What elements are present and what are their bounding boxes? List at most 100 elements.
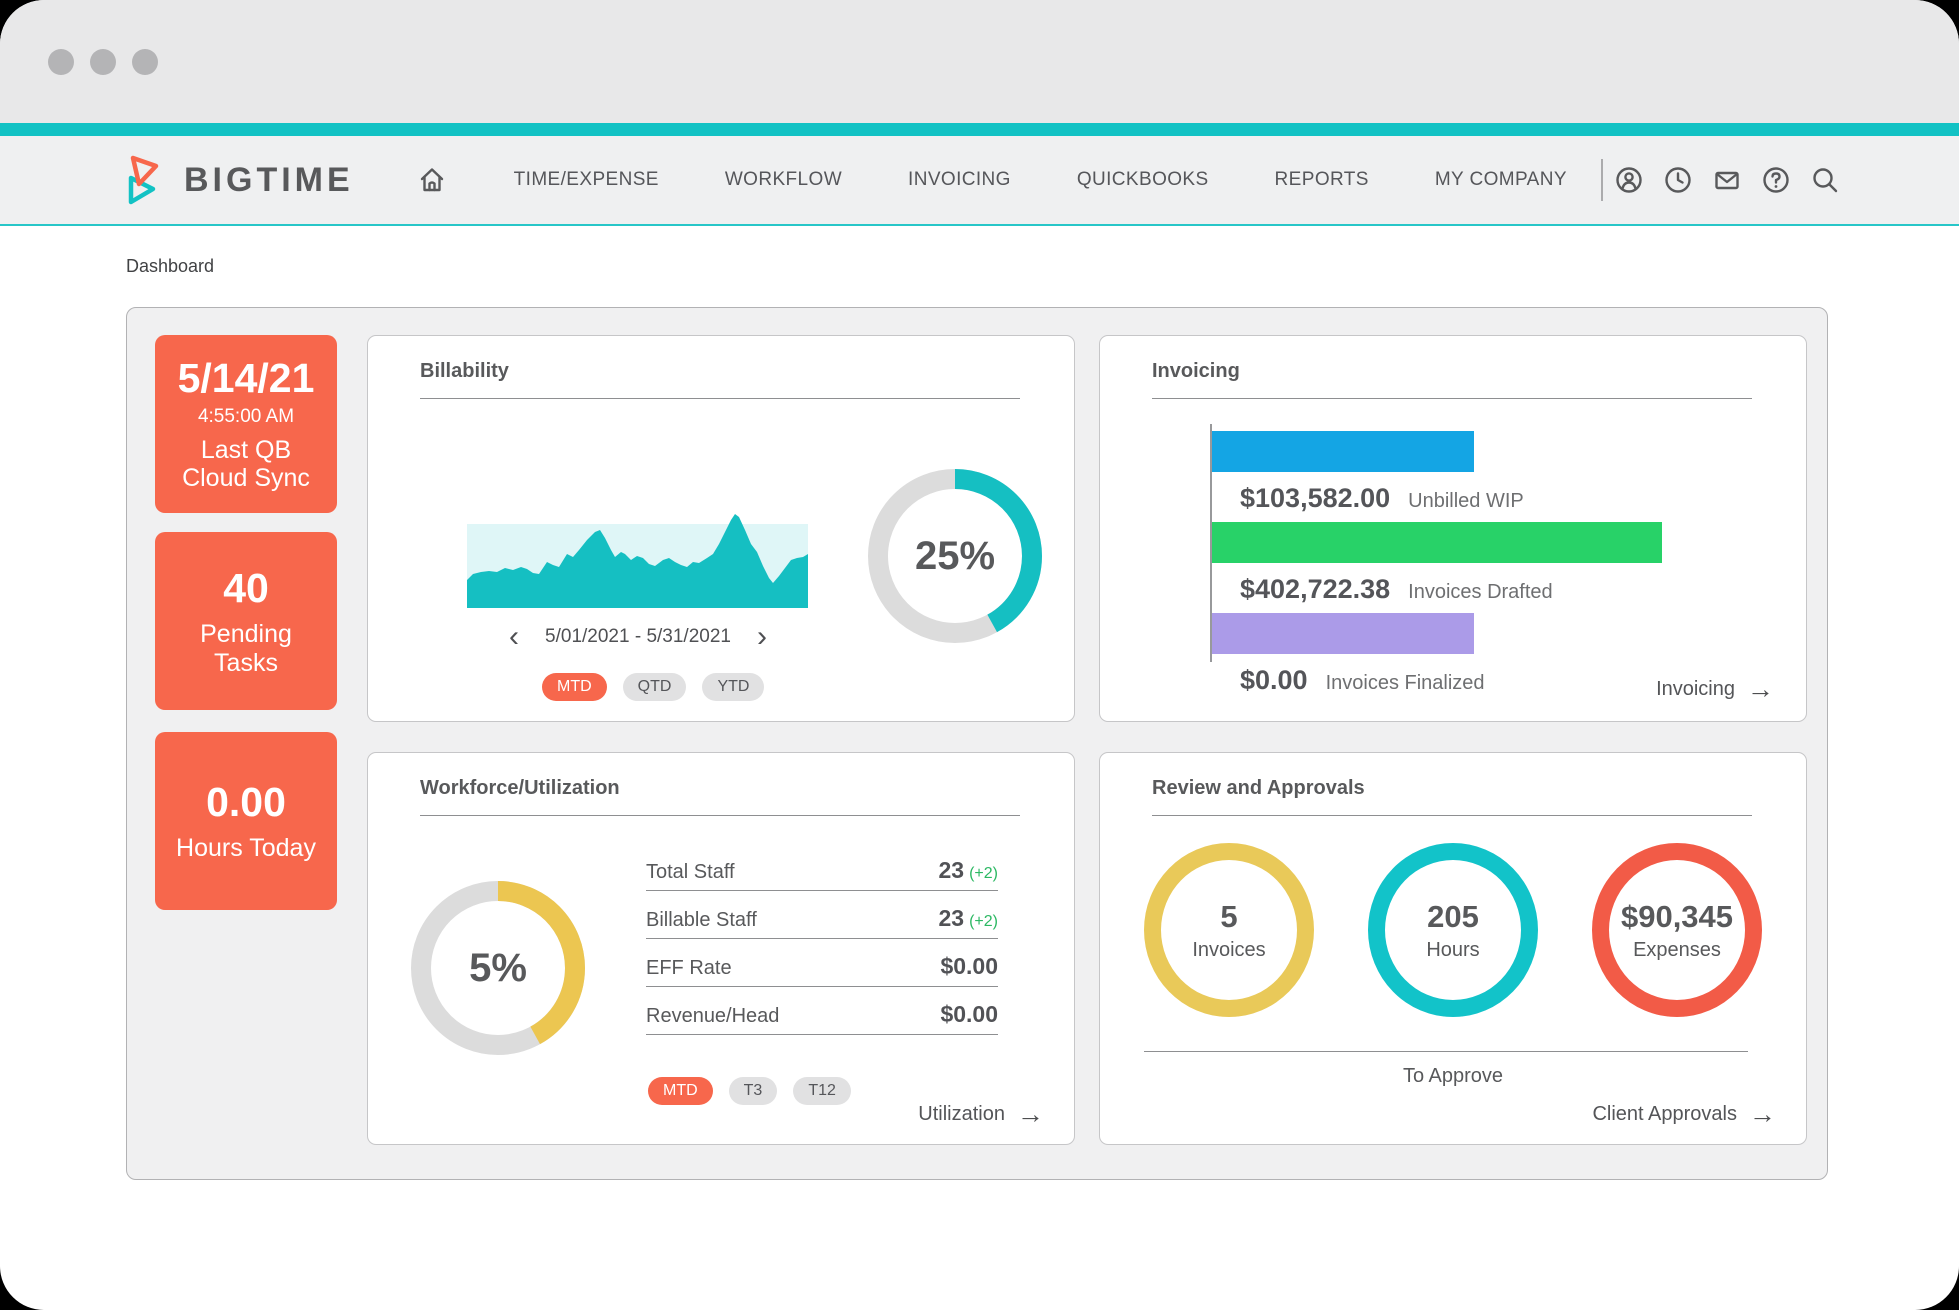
nav-item-my-company[interactable]: MY COMPANY (1435, 169, 1567, 191)
nav-item-quickbooks[interactable]: QUICKBOOKS (1077, 169, 1209, 191)
nav-menu: TIME/EXPENSE WORKFLOW INVOICING QUICKBOO… (416, 164, 1567, 196)
last-sync-label: Last QB Cloud Sync (182, 436, 310, 494)
workforce-row-value: 23(+2) (939, 857, 999, 884)
dashboard-panel: 5/14/21 4:55:00 AM Last QB Cloud Sync 40… (126, 307, 1828, 1180)
ring-expenses-value: $90,345 (1621, 899, 1733, 935)
workforce-rule (420, 815, 1020, 816)
arrow-right-icon: → (1749, 1101, 1776, 1128)
bigtime-logo-text: BIGTIME (184, 161, 354, 200)
delta-badge: (+2) (969, 913, 998, 930)
billability-rule (420, 398, 1020, 399)
window-button-close[interactable] (48, 49, 74, 75)
nav-item-workflow[interactable]: WORKFLOW (725, 169, 842, 191)
last-sync-time: 4:55:00 AM (198, 406, 294, 428)
billability-percent: 25% (865, 466, 1045, 646)
date-prev-chevron[interactable]: ‹ (505, 627, 523, 647)
nav-divider (1601, 159, 1603, 201)
workforce-row-value: $0.00 (940, 953, 998, 980)
bigtime-logo[interactable]: BIGTIME (122, 153, 354, 207)
workforce-row-label: EFF Rate (646, 957, 732, 980)
breadcrumb: Dashboard (126, 256, 1959, 277)
ring-hours: 205 Hours (1368, 843, 1538, 1017)
table-row: Revenue/Head $0.00 (646, 987, 998, 1035)
arrow-right-icon: → (1747, 676, 1774, 703)
invoicing-label-invoices-finalized: Invoices Finalized (1326, 672, 1485, 695)
invoicing-value-invoices-drafted: $402,722.38 (1240, 574, 1390, 605)
billability-pill-mtd[interactable]: MTD (542, 673, 607, 701)
billability-pill-qtd[interactable]: QTD (623, 673, 687, 701)
billability-pill-group: MTD QTD YTD (542, 673, 764, 701)
nav-icon-group (1613, 164, 1841, 196)
review-rule (1152, 815, 1752, 816)
review-rings: 5 Invoices 205 Hours $90,345 Expenses (1144, 843, 1762, 1017)
user-icon[interactable] (1613, 164, 1645, 196)
app-window: BIGTIME TIME/EXPENSE WORKFLOW INVOICING … (0, 0, 1959, 1310)
search-icon[interactable] (1809, 164, 1841, 196)
workforce-card: Workforce/Utilization 5% Total Staff 23(… (367, 752, 1075, 1145)
invoicing-bar-invoices-finalized (1212, 613, 1474, 654)
workforce-pill-group: MTD T3 T12 (648, 1077, 851, 1105)
invoicing-label-unbilled-wip: Unbilled WIP (1408, 490, 1524, 513)
to-approve-label: To Approve (1100, 1065, 1806, 1088)
last-sync-date: 5/14/21 (178, 355, 315, 402)
billability-card: Billability 25% ‹ 5/01/2021 - 5/31/2021 (367, 335, 1075, 722)
utilization-link[interactable]: Utilization → (918, 1101, 1044, 1128)
invoicing-rule (1152, 398, 1752, 399)
bigtime-logo-mark (122, 153, 168, 207)
workforce-donut: 5% (408, 878, 588, 1058)
invoicing-row-invoices-drafted: $402,722.38 Invoices Drafted (1240, 574, 1553, 605)
mail-icon[interactable] (1711, 164, 1743, 196)
ring-expenses: $90,345 Expenses (1592, 843, 1762, 1017)
window-titlebar (0, 0, 1959, 123)
help-icon[interactable] (1760, 164, 1792, 196)
invoicing-link-label: Invoicing (1656, 678, 1735, 701)
ring-invoices-label: Invoices (1192, 939, 1265, 962)
hours-today-label: Hours Today (176, 834, 316, 863)
workforce-table: Total Staff 23(+2) Billable Staff 23(+2)… (646, 843, 998, 1035)
invoicing-bar-unbilled-wip (1212, 431, 1474, 472)
date-next-chevron[interactable]: › (753, 627, 771, 647)
invoicing-title: Invoicing (1152, 360, 1240, 383)
invoicing-value-invoices-finalized: $0.00 (1240, 665, 1308, 696)
nav-item-reports[interactable]: REPORTS (1275, 169, 1369, 191)
workforce-percent: 5% (408, 878, 588, 1058)
billability-area-chart (467, 508, 808, 608)
window-button-minimize[interactable] (90, 49, 116, 75)
client-approvals-link[interactable]: Client Approvals → (1592, 1101, 1776, 1128)
pending-tasks-label: Pending Tasks (200, 620, 292, 678)
delta-badge: (+2) (969, 865, 998, 882)
window-button-zoom[interactable] (132, 49, 158, 75)
arrow-right-icon: → (1017, 1101, 1044, 1128)
main-content: Dashboard 5/14/21 4:55:00 AM Last QB Clo… (0, 226, 1959, 1180)
review-approvals-card: Review and Approvals 5 Invoices 205 Hour… (1099, 752, 1807, 1145)
workforce-pill-t12[interactable]: T12 (793, 1077, 851, 1105)
ring-invoices: 5 Invoices (1144, 843, 1314, 1017)
review-footer-rule (1144, 1051, 1748, 1052)
invoicing-bar-invoices-drafted (1212, 522, 1662, 563)
invoicing-row-invoices-finalized: $0.00 Invoices Finalized (1240, 665, 1485, 696)
workforce-row-value: $0.00 (940, 1001, 998, 1028)
review-title: Review and Approvals (1152, 777, 1365, 800)
billability-donut: 25% (865, 466, 1045, 646)
workforce-pill-t3[interactable]: T3 (729, 1077, 778, 1105)
table-row: Total Staff 23(+2) (646, 843, 998, 891)
top-navbar: BIGTIME TIME/EXPENSE WORKFLOW INVOICING … (0, 136, 1959, 226)
billability-date-nav: ‹ 5/01/2021 - 5/31/2021 › (438, 626, 838, 648)
workforce-row-label: Revenue/Head (646, 1005, 779, 1028)
workforce-pill-mtd[interactable]: MTD (648, 1077, 713, 1105)
billability-pill-ytd[interactable]: YTD (702, 673, 764, 701)
workforce-row-label: Billable Staff (646, 909, 757, 932)
invoicing-label-invoices-drafted: Invoices Drafted (1408, 581, 1553, 604)
nav-item-invoicing[interactable]: INVOICING (908, 169, 1011, 191)
table-row: EFF Rate $0.00 (646, 939, 998, 987)
nav-home[interactable] (416, 164, 448, 196)
invoicing-row-unbilled-wip: $103,582.00 Unbilled WIP (1240, 483, 1524, 514)
invoicing-link[interactable]: Invoicing → (1656, 676, 1774, 703)
clock-icon[interactable] (1662, 164, 1694, 196)
home-icon (416, 164, 448, 196)
workforce-row-label: Total Staff (646, 861, 735, 884)
client-approvals-link-label: Client Approvals (1592, 1103, 1737, 1126)
kpi-card-pending-tasks: 40 Pending Tasks (155, 532, 337, 710)
nav-item-time-expense[interactable]: TIME/EXPENSE (514, 169, 659, 191)
ring-invoices-value: 5 (1220, 899, 1237, 935)
